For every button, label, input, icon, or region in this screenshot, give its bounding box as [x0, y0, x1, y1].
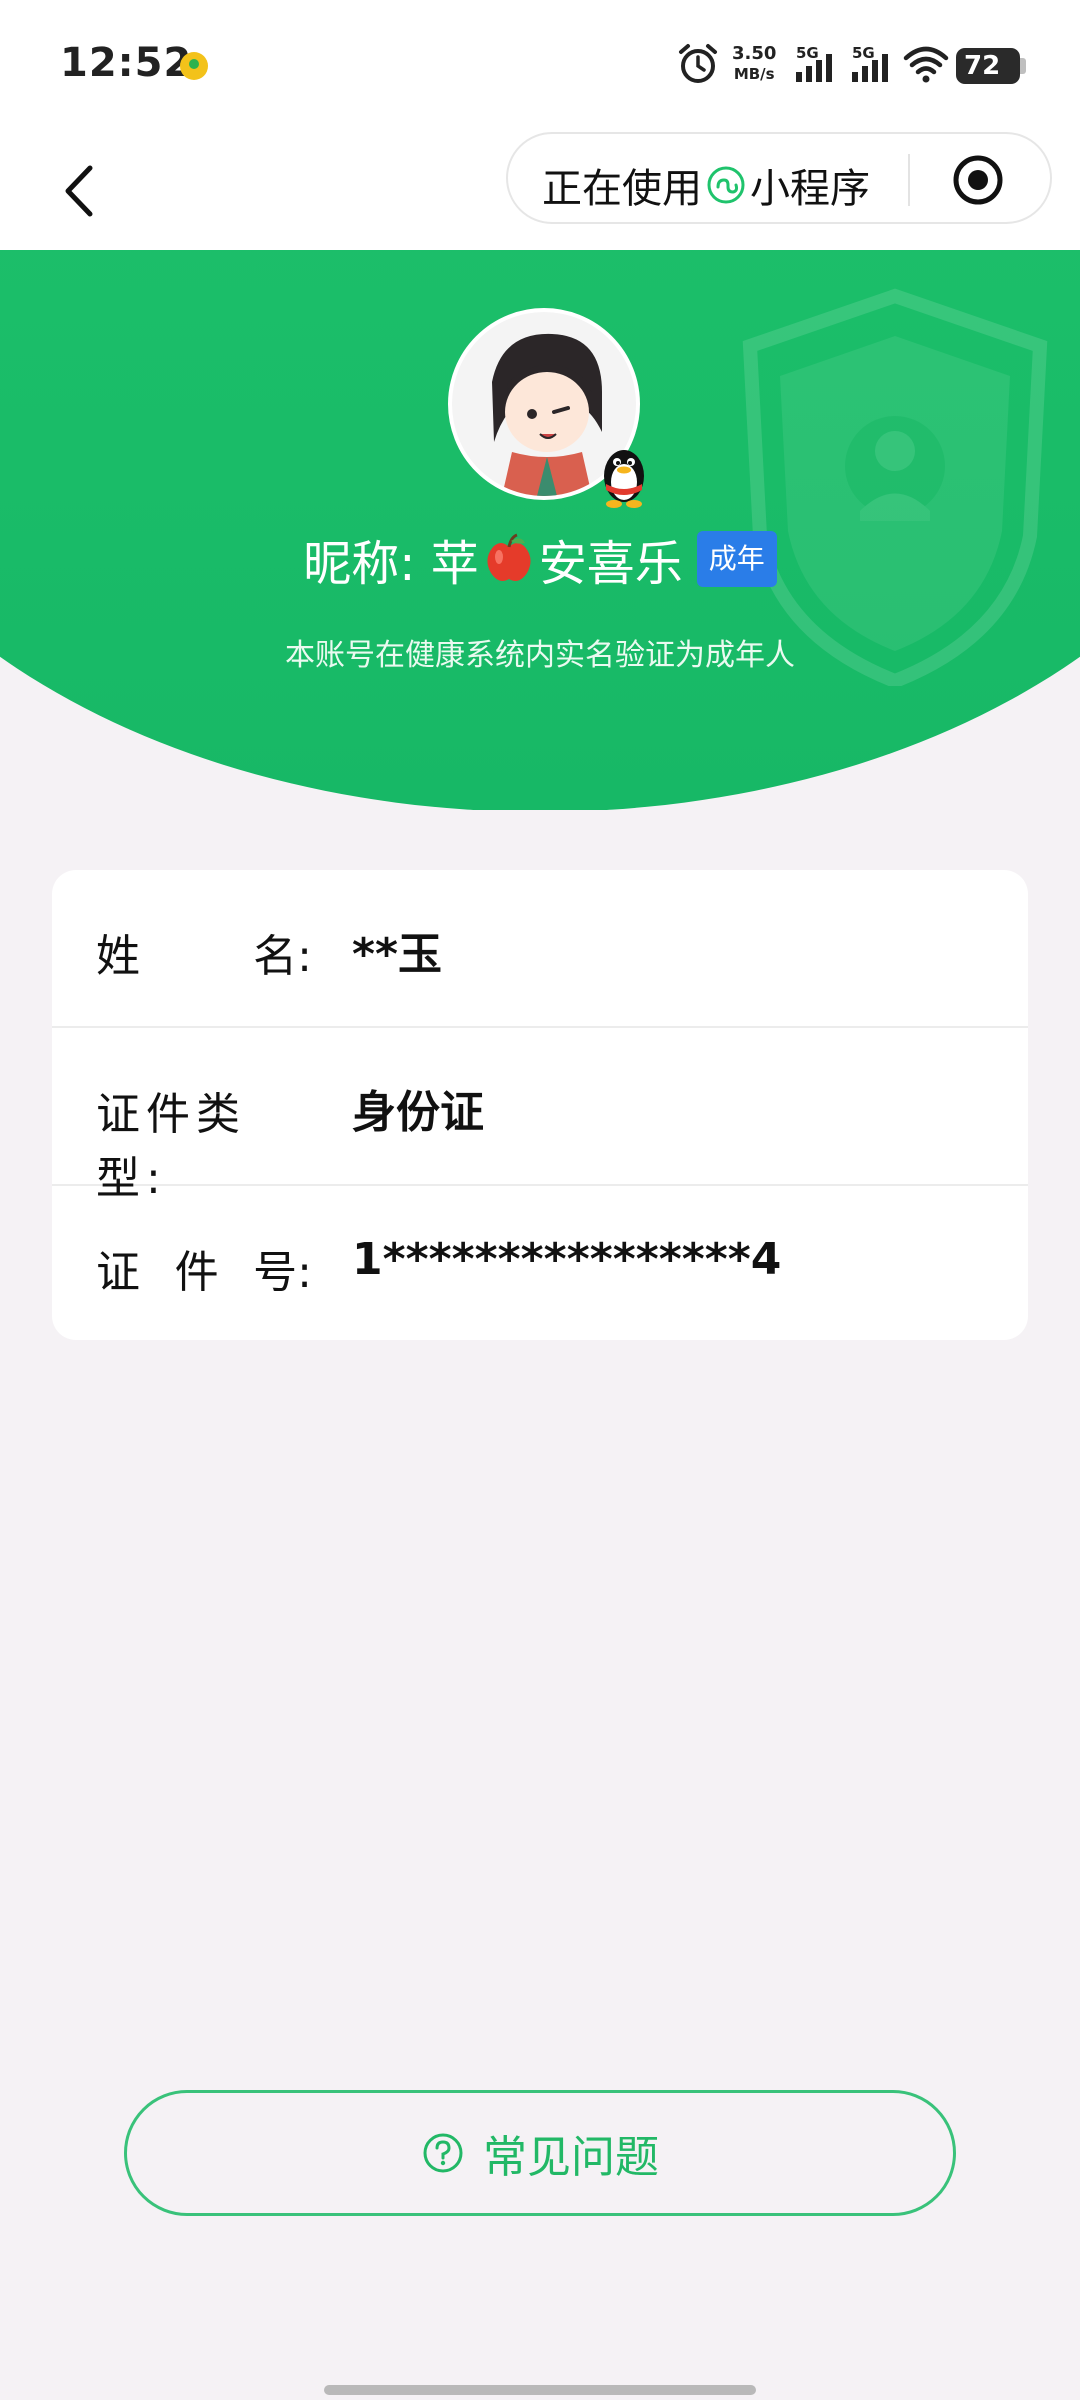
adult-badge: 成年 [696, 531, 777, 587]
label-char: 名: [253, 931, 312, 982]
home-indicator[interactable] [324, 2385, 756, 2395]
network-speed-value: 3.50 [732, 43, 777, 64]
qq-penguin-icon [604, 450, 644, 508]
wifi-icon [903, 46, 949, 83]
label-char: 证 [96, 1247, 140, 1298]
profile-header: 昵称: 苹 安喜乐 成年 本账号在健康系统内实名验证为成年人 [0, 250, 1080, 810]
cellular-signal-icon [796, 54, 832, 82]
apple-emoji-icon [487, 533, 531, 581]
label-char: 件 [174, 1247, 219, 1298]
info-row-id-type: 证件类型: 身份证 [52, 1028, 1028, 1204]
capsule-divider [908, 154, 910, 206]
nav-bar: 正在使用 小程序 [0, 130, 1080, 250]
cellular-signal-icon [852, 54, 888, 82]
close-mini-program-icon[interactable] [948, 150, 1008, 210]
nickname-suffix: 安喜乐 [538, 536, 683, 592]
network-speed-unit: MB/s [733, 65, 775, 83]
alarm-icon [679, 44, 717, 83]
battery-cap [1020, 58, 1026, 74]
label-char: 号: [253, 1247, 312, 1298]
capsule-text-after: 小程序 [750, 166, 870, 212]
info-value-id-type: 身份证 [352, 1087, 484, 1138]
info-label-name: 姓 名: [96, 920, 312, 984]
network-speed: 3.50 MB/s [732, 44, 776, 84]
identity-info-card: 姓 名: **玉 证件类型: 身份证 证 件 号: 1*************… [52, 870, 1028, 1340]
mini-program-capsule[interactable]: 正在使用 小程序 [506, 132, 1052, 224]
status-time: 12:52 [60, 40, 193, 86]
info-row-name: 姓 名: **玉 [52, 870, 1028, 1028]
info-value-name: **玉 [352, 929, 443, 980]
shield-icon [742, 288, 1048, 686]
status-bar: 12:52 3.50 MB/s 5G 5G 72 [0, 0, 1080, 130]
info-value-id-number: 1****************4 [352, 1234, 782, 1285]
info-row-id-number: 证 件 号: 1****************4 [52, 1186, 1028, 1342]
label-char: 姓 [96, 931, 140, 982]
mini-program-icon [707, 166, 745, 204]
faq-label: 常见问题 [483, 2132, 659, 2183]
capsule-text-before: 正在使用 [542, 166, 702, 212]
nickname-prefix: 昵称: 苹 [303, 536, 479, 592]
capsule-label: 正在使用 小程序 [542, 156, 870, 214]
verification-description: 本账号在健康系统内实名验证为成年人 [285, 638, 795, 673]
music-app-icon [180, 52, 208, 80]
back-button[interactable] [36, 146, 126, 236]
info-label-id-number: 证 件 号: [96, 1236, 312, 1300]
question-icon [423, 2133, 463, 2173]
battery-indicator: 72 [956, 48, 1020, 84]
faq-button[interactable]: 常见问题 [124, 2090, 956, 2216]
nickname: 昵称: 苹 安喜乐 成年 [0, 524, 1080, 594]
